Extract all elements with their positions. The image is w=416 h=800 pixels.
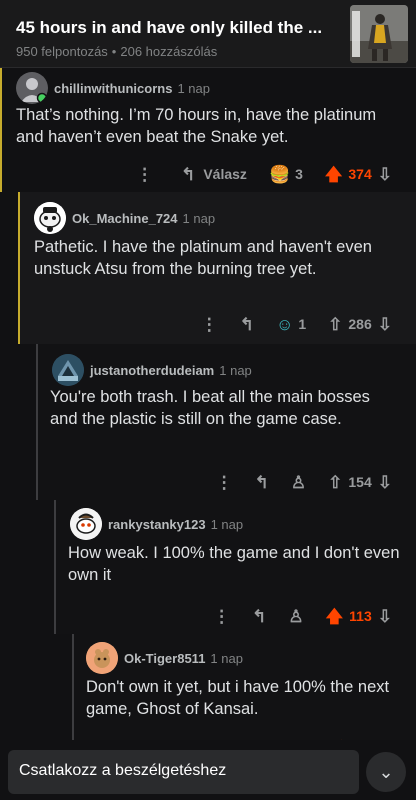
bottom-bar: Csatlakozz a beszélgetéshez ⌄ xyxy=(0,740,416,800)
comment-time: 1 nap xyxy=(177,80,210,96)
upvote-button[interactable]: 🡅 113 xyxy=(326,608,372,625)
upvote-icon: 🡅 xyxy=(325,606,344,626)
comment-username[interactable]: chillinwithunicorns xyxy=(54,81,172,96)
avatar[interactable] xyxy=(70,508,102,540)
award-icon: 🍔 xyxy=(268,164,291,184)
reply-icon: ↰ xyxy=(181,164,196,184)
reply-button[interactable]: ↰ xyxy=(252,608,266,625)
post-header[interactable]: 45 hours in and have only killed the ...… xyxy=(0,0,416,68)
downvote-button[interactable]: ⇩ xyxy=(378,166,392,183)
upvote-icon: ⇧ xyxy=(328,314,343,334)
comment: chillinwithunicorns 1 nap That’s nothing… xyxy=(0,68,416,192)
chevron-down-icon: ⌄ xyxy=(378,761,394,782)
comment-header: Ok-Tiger8511 1 nap xyxy=(86,642,243,674)
comment-time: 1 nap xyxy=(219,362,252,378)
comment-header: rankystanky123 1 nap xyxy=(70,508,243,540)
comment: Ok-Tiger8511 1 nap Don't own it yet, but… xyxy=(72,634,416,740)
downvote-button[interactable]: ⇩ xyxy=(378,474,392,491)
comment: rankystanky123 1 nap How weak. I 100% th… xyxy=(54,500,416,634)
avatar[interactable] xyxy=(52,354,84,386)
downvote-icon: ⇩ xyxy=(377,606,392,626)
comment-body: Don't own it yet, but i have 100% the ne… xyxy=(86,678,390,718)
comment-body: That’s nothing. I’m 70 hours in, have th… xyxy=(16,106,377,146)
comment-score: 286 xyxy=(348,316,372,332)
more-vertical-icon: ⋮ xyxy=(215,472,233,492)
comment-username[interactable]: Ok_Machine_724 xyxy=(72,211,178,226)
avatar[interactable] xyxy=(86,642,118,674)
award-count: 1 xyxy=(298,316,307,332)
downvote-button[interactable]: ⇩ xyxy=(378,316,392,333)
award-button[interactable]: ☺ 1 xyxy=(276,316,306,333)
more-vertical-icon: ⋮ xyxy=(213,606,231,626)
award-button[interactable]: ♙ xyxy=(291,474,306,491)
meta-separator: • xyxy=(111,44,117,59)
thread-line xyxy=(72,634,74,740)
comment-username[interactable]: Ok-Tiger8511 xyxy=(124,651,205,666)
post-meta: 950 felpontozás • 206 hozzászólás xyxy=(16,44,217,59)
more-options-button[interactable]: ⋮ xyxy=(213,608,230,625)
award-count: 3 xyxy=(295,166,303,182)
upvote-button[interactable]: ⇧ 154 xyxy=(328,474,372,491)
comment-actions: ⋮ ↰ ☺ 1 ⇧ 286 ⇩ xyxy=(18,310,416,338)
post-thumbnail[interactable] xyxy=(350,5,408,63)
comment-time: 1 nap xyxy=(182,210,216,226)
comment-body: Pathetic. I have the platinum and haven'… xyxy=(34,238,372,278)
comment-body: You're both trash. I beat all the main b… xyxy=(50,388,370,428)
more-options-button[interactable]: ⋮ xyxy=(136,166,153,183)
comment-actions: ⋮ ↰ ♙ 🡅 113 ⇩ xyxy=(54,602,416,630)
comment-thread: chillinwithunicorns 1 nap That’s nothing… xyxy=(0,68,416,740)
post-upvotes: 950 felpontozás xyxy=(16,44,108,59)
reply-icon: ↰ xyxy=(252,606,267,626)
upvote-button[interactable]: ⇧ 286 xyxy=(328,316,372,333)
post-comment-count: 206 hozzászólás xyxy=(120,44,218,59)
upvote-icon: 🡅 xyxy=(324,164,343,184)
post-title[interactable]: 45 hours in and have only killed the ... xyxy=(16,18,332,38)
comment-time: 1 nap xyxy=(210,650,243,666)
reply-label: Válasz xyxy=(203,166,247,182)
comment-score: 374 xyxy=(348,166,372,182)
upvote-button[interactable]: 🡅 374 xyxy=(325,166,372,183)
downvote-icon: ⇩ xyxy=(377,472,392,492)
more-options-button[interactable]: ⋮ xyxy=(216,474,233,491)
downvote-button[interactable]: ⇩ xyxy=(378,608,392,625)
comment-header: chillinwithunicorns 1 nap xyxy=(16,72,210,104)
comment-score: 154 xyxy=(348,474,372,490)
reply-icon: ↰ xyxy=(239,314,254,334)
comment-header: Ok_Machine_724 1 nap xyxy=(34,202,215,234)
award-button[interactable]: 🍔 3 xyxy=(269,166,303,183)
more-vertical-icon: ⋮ xyxy=(136,164,154,184)
upvote-icon: ⇧ xyxy=(328,472,343,492)
reply-button[interactable]: ↰ Válasz xyxy=(181,166,247,183)
comment-username[interactable]: justanotherdudeiam xyxy=(90,363,214,378)
comment-header: justanotherdudeiam 1 nap xyxy=(52,354,252,386)
join-conversation-input[interactable]: Csatlakozz a beszélgetéshez xyxy=(8,750,359,794)
award-icon: ♙ xyxy=(288,606,304,626)
reply-button[interactable]: ↰ xyxy=(240,316,254,333)
comment-actions: ⋮ ↰ ♙ ⇧ 154 ⇩ xyxy=(36,468,416,496)
avatar[interactable] xyxy=(34,202,66,234)
comment-time: 1 nap xyxy=(210,516,244,532)
avatar[interactable] xyxy=(16,72,48,104)
comment-score: 113 xyxy=(349,608,372,624)
reply-button[interactable]: ↰ xyxy=(255,474,269,491)
comment: Ok_Machine_724 1 nap Pathetic. I have th… xyxy=(18,192,416,344)
comment: justanotherdudeiam 1 nap You're both tra… xyxy=(36,344,416,500)
comment-actions: ⋮ ↰ Válasz 🍔 3 🡅 374 ⇩ xyxy=(0,160,416,188)
more-vertical-icon: ⋮ xyxy=(200,314,218,334)
more-options-button[interactable]: ⋮ xyxy=(201,316,218,333)
reply-icon: ↰ xyxy=(254,472,269,492)
collapse-button[interactable]: ⌄ xyxy=(366,752,406,792)
downvote-icon: ⇩ xyxy=(377,164,392,184)
award-icon: ☺ xyxy=(275,314,294,334)
comment-username[interactable]: rankystanky123 xyxy=(108,517,206,532)
comment-body: How weak. I 100% the game and I don't ev… xyxy=(68,544,400,584)
award-icon: ♙ xyxy=(290,472,307,492)
downvote-icon: ⇩ xyxy=(377,314,392,334)
award-button[interactable]: ♙ xyxy=(288,608,303,625)
